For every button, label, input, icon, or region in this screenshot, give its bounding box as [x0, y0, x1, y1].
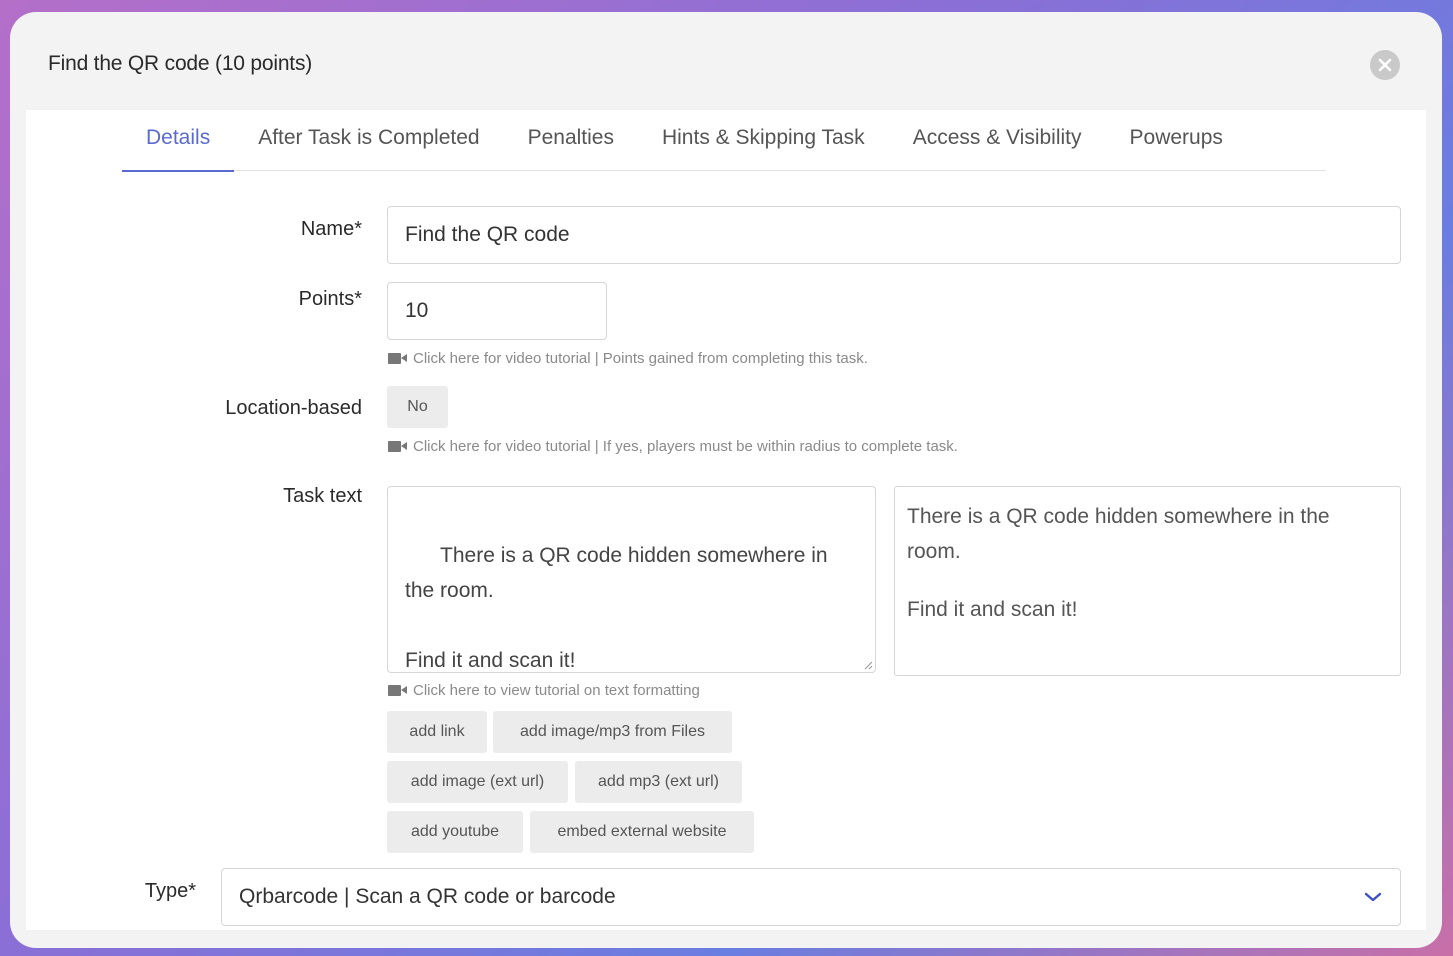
location-help[interactable]: Click here for video tutorial | If yes, … [388, 438, 958, 455]
add-youtube-button[interactable]: add youtube [387, 811, 523, 853]
points-help-text: Click here for video tutorial | Points g… [413, 350, 868, 367]
type-label: Type* [144, 880, 196, 902]
close-icon[interactable] [1370, 50, 1400, 80]
type-select[interactable]: Qrbarcode | Scan a QR code or barcode [221, 868, 1401, 926]
video-camera-icon [388, 352, 408, 365]
tab-after-task-completed[interactable]: After Task is Completed [234, 110, 503, 171]
chevron-down-icon [1364, 892, 1382, 902]
formatting-help[interactable]: Click here to view tutorial on text form… [388, 682, 700, 699]
add-mp3-ext-url-button[interactable]: add mp3 (ext url) [575, 761, 742, 803]
embed-external-website-button[interactable]: embed external website [530, 811, 754, 853]
video-camera-icon [388, 684, 408, 697]
modal-body: Details After Task is Completed Penaltie… [26, 110, 1426, 930]
tab-bar: Details After Task is Completed Penaltie… [122, 110, 1326, 172]
preview-paragraph-2: Find it and scan it! [907, 598, 1078, 621]
points-help[interactable]: Click here for video tutorial | Points g… [388, 350, 868, 367]
location-toggle-button[interactable]: No [387, 386, 448, 428]
type-select-value: Qrbarcode | Scan a QR code or barcode [239, 885, 616, 908]
tab-powerups[interactable]: Powerups [1106, 110, 1247, 171]
modal-title: Find the QR code (10 points) [48, 52, 313, 75]
task-text-value: There is a QR code hidden somewhere in t… [405, 544, 828, 672]
add-image-ext-url-button[interactable]: add image (ext url) [387, 761, 568, 803]
formatting-help-text: Click here to view tutorial on text form… [413, 682, 700, 699]
points-label: Points* [298, 288, 362, 310]
resize-grip-icon[interactable] [863, 660, 873, 670]
points-input[interactable]: 10 [387, 282, 607, 340]
location-help-text: Click here for video tutorial | If yes, … [413, 438, 958, 455]
name-label: Name* [300, 218, 362, 240]
task-text-preview: There is a QR code hidden somewhere in t… [894, 486, 1401, 676]
modal-header: Find the QR code (10 points) [10, 12, 1442, 110]
task-text-label: Task text [283, 485, 362, 507]
location-label: Location-based [225, 397, 362, 419]
tab-details[interactable]: Details [122, 110, 235, 172]
add-link-button[interactable]: add link [387, 711, 487, 753]
video-camera-icon [388, 440, 408, 453]
task-modal: Find the QR code (10 points) Details Aft… [10, 12, 1442, 948]
name-input[interactable]: Find the QR code [387, 206, 1401, 264]
task-text-textarea[interactable]: There is a QR code hidden somewhere in t… [387, 486, 876, 673]
tab-hints-skipping[interactable]: Hints & Skipping Task [638, 110, 889, 171]
tab-penalties[interactable]: Penalties [504, 110, 638, 171]
add-image-mp3-files-button[interactable]: add image/mp3 from Files [493, 711, 732, 753]
preview-paragraph-1: There is a QR code hidden somewhere in t… [907, 505, 1330, 563]
tab-access-visibility[interactable]: Access & Visibility [889, 110, 1106, 171]
